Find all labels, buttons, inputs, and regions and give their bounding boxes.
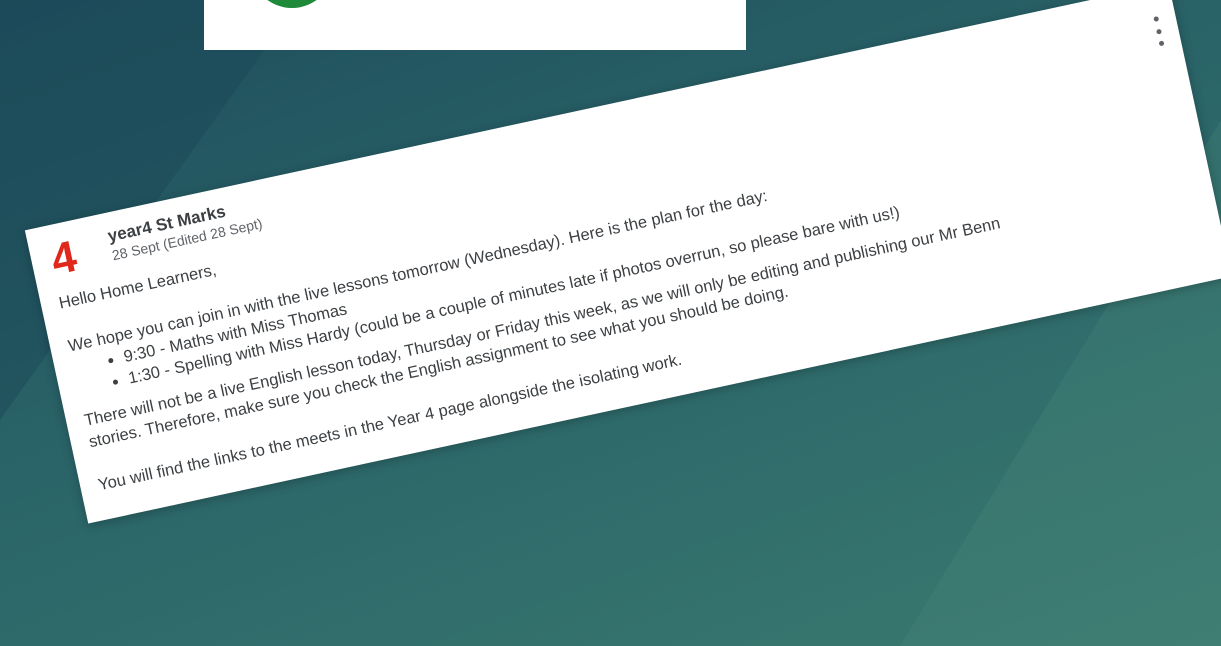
avatar[interactable]: 4 [47,223,117,287]
top-image-fragment [204,0,746,50]
green-logo-shape [250,0,334,8]
